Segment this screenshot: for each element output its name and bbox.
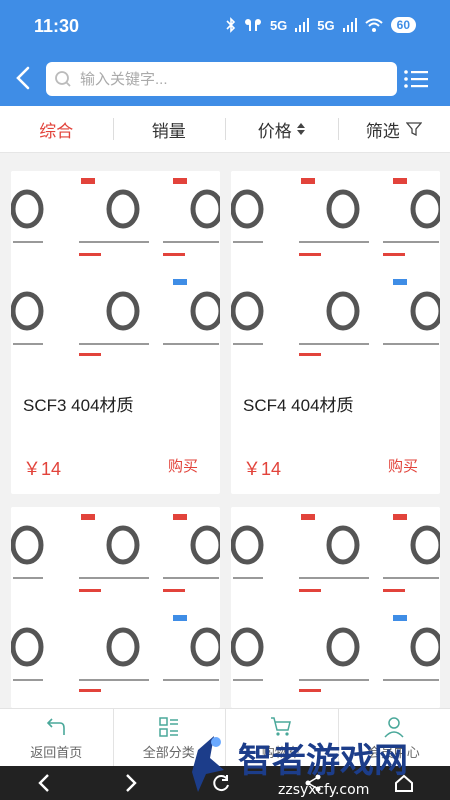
nav-cart[interactable]: 购物车	[225, 709, 338, 767]
search-bar[interactable]	[46, 62, 397, 96]
sort-bar: 综合 销量 价格 筛选	[0, 106, 450, 153]
nav-home-return[interactable]: 返回首页	[0, 709, 113, 766]
product-card[interactable]: SCF4 404材质 ￥14 购买	[231, 171, 440, 494]
product-price: ￥14	[243, 459, 282, 479]
back-button[interactable]	[10, 62, 38, 94]
chevron-left-icon	[16, 66, 30, 90]
refresh-icon[interactable]	[211, 773, 231, 793]
nav-forward-arrow-icon[interactable]	[123, 773, 139, 793]
nav-member-label: 会员中心	[367, 744, 420, 760]
sort-comprehensive-label: 综合	[39, 121, 74, 141]
product-title[interactable]: SCF4 404材质	[243, 391, 354, 416]
product-image	[11, 171, 220, 377]
signal-icon-2	[342, 18, 357, 32]
nav-home-return-label: 返回首页	[30, 744, 83, 760]
buy-button[interactable]: 购买	[388, 455, 418, 476]
status-icons: 5G 5G 60	[226, 17, 416, 33]
product-card[interactable]	[231, 507, 440, 708]
sort-filter[interactable]: 筛选	[337, 106, 450, 152]
product-grid: SCF3 404材质 ￥14 购买 SCF4 404材质 ￥14 购买	[0, 153, 450, 708]
wifi-icon	[364, 18, 383, 32]
nav-category-label: 全部分类	[142, 744, 195, 760]
sort-filter-label: 筛选	[365, 121, 400, 141]
nav-back-arrow-icon[interactable]	[36, 773, 52, 793]
bearing-collage-image	[11, 514, 220, 692]
product-price: ￥14	[23, 459, 62, 479]
buy-button[interactable]: 购买	[168, 455, 198, 476]
earbuds-icon	[244, 19, 261, 31]
bearing-collage-image	[11, 178, 220, 356]
bottom-nav: 返回首页 全部分类 购物车 会员中心	[0, 708, 450, 767]
filter-funnel-icon	[405, 122, 422, 137]
home-return-icon	[47, 717, 66, 735]
signal-icon-1	[295, 18, 310, 32]
sort-sales[interactable]: 销量	[112, 106, 226, 152]
sort-sales-label: 销量	[151, 121, 186, 141]
network-5g-label-2: 5G	[317, 17, 335, 33]
battery-indicator: 60	[390, 17, 416, 33]
app-header: 11:30 5G 5G 60	[0, 0, 450, 106]
bluetooth-icon	[226, 17, 236, 33]
nav-cart-label: 购物车	[261, 744, 301, 760]
nav-member[interactable]: 会员中心	[337, 709, 450, 767]
bearing-collage-image	[231, 514, 440, 692]
user-icon	[384, 716, 404, 738]
sort-arrows-icon	[296, 123, 305, 135]
search-icon	[55, 71, 71, 87]
home-icon[interactable]	[394, 773, 414, 793]
network-5g-label-1: 5G	[269, 17, 288, 33]
list-menu-button[interactable]	[402, 65, 430, 93]
status-bar: 11:30 5G 5G 60	[0, 0, 450, 52]
product-card[interactable]	[11, 507, 220, 708]
system-nav-bar	[0, 766, 450, 800]
status-time: 11:30	[34, 16, 80, 36]
share-icon[interactable]	[303, 773, 323, 793]
sort-price-label: 价格	[257, 121, 292, 141]
bearing-collage-image	[231, 178, 440, 356]
product-image	[11, 507, 220, 708]
product-image	[231, 171, 440, 377]
sort-price[interactable]: 价格	[225, 106, 338, 152]
product-image	[231, 507, 440, 708]
product-title[interactable]: SCF3 404材质	[23, 391, 134, 416]
list-menu-icon	[404, 70, 428, 88]
cart-icon	[271, 716, 292, 736]
sort-comprehensive[interactable]: 综合	[0, 106, 113, 152]
category-icon	[159, 716, 178, 737]
search-input[interactable]	[80, 70, 360, 88]
nav-category[interactable]: 全部分类	[112, 709, 226, 767]
product-card[interactable]: SCF3 404材质 ￥14 购买	[11, 171, 220, 494]
